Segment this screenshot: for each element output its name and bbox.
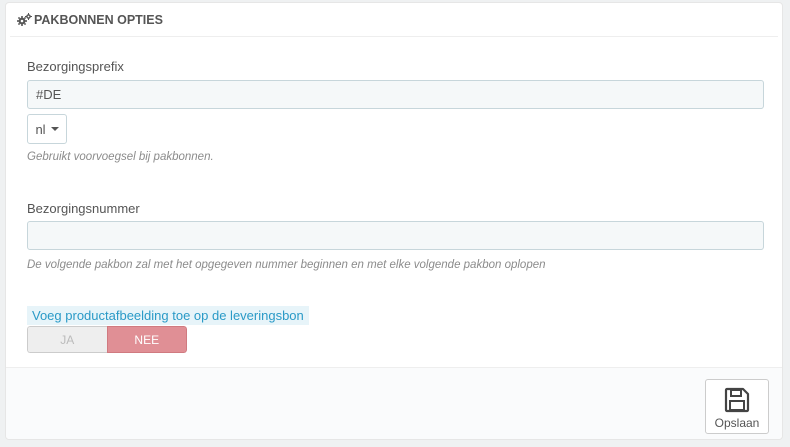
language-code: nl <box>35 121 46 137</box>
number-help-text: De volgende pakbon zal met het opgegeven… <box>27 259 546 271</box>
prefix-input[interactable] <box>27 80 764 109</box>
panel-title: PAKBONNEN OPTIES <box>34 12 163 27</box>
panel-heading: PAKBONNEN OPTIES <box>10 3 778 37</box>
delivery-slips-options-panel: PAKBONNEN OPTIES Bezorgingsprefix nl Geb… <box>5 2 783 440</box>
switch-option-no[interactable]: NEE <box>106 326 187 353</box>
prefix-help-text: Gebruikt voorvoegsel bij pakbonnen. <box>27 151 214 163</box>
product-image-label: Voeg productafbeelding toe op de leverin… <box>27 306 309 325</box>
prefix-label: Bezorgingsprefix <box>27 59 124 74</box>
number-input[interactable] <box>27 221 764 250</box>
save-button[interactable]: Opslaan <box>705 379 769 434</box>
cogs-icon <box>16 12 32 27</box>
panel-footer: Opslaan <box>6 367 782 439</box>
language-dropdown-button[interactable]: nl <box>27 114 67 144</box>
switch-option-yes[interactable]: JA <box>27 326 107 353</box>
product-image-switch: JA NEE <box>27 326 187 353</box>
number-label: Bezorgingsnummer <box>27 201 140 216</box>
floppy-disk-icon <box>724 387 750 413</box>
save-button-label: Opslaan <box>714 416 760 430</box>
caret-down-icon <box>50 127 59 131</box>
